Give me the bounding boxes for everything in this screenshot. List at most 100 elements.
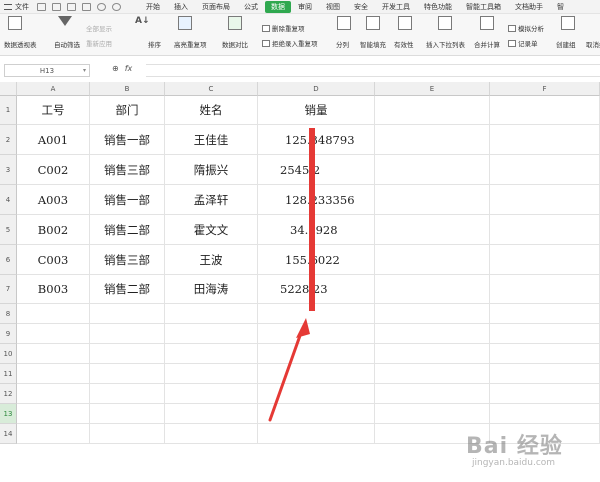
table-cell[interactable] (375, 384, 490, 404)
table-cell[interactable]: 姓名 (165, 96, 258, 125)
table-cell[interactable]: 霍文文 (165, 215, 258, 245)
table-cell[interactable] (490, 344, 600, 364)
table-cell[interactable]: 销售二部 (90, 215, 165, 245)
row-header[interactable]: 10 (0, 344, 17, 364)
table-cell[interactable]: 2545.2 (258, 155, 375, 185)
row-header[interactable]: 12 (0, 384, 17, 404)
row-header[interactable]: 7 (0, 275, 17, 304)
table-cell[interactable]: 销售三部 (90, 155, 165, 185)
tab-9[interactable]: 特色功能 (417, 1, 459, 13)
row-header[interactable]: 5 (0, 215, 17, 245)
table-cell[interactable] (90, 424, 165, 444)
autofilter-button[interactable]: 自动筛选 (54, 39, 80, 49)
table-cell[interactable] (375, 155, 490, 185)
table-cell[interactable] (375, 344, 490, 364)
table-cell[interactable]: 孟泽轩 (165, 185, 258, 215)
export-icon[interactable] (52, 2, 61, 11)
table-cell[interactable] (375, 245, 490, 275)
row-header[interactable]: 14 (0, 424, 17, 444)
table-cell[interactable] (17, 324, 90, 344)
table-cell[interactable] (258, 344, 375, 364)
table-cell[interactable] (375, 125, 490, 155)
validity-button[interactable]: 有效性 (394, 39, 414, 49)
table-cell[interactable] (258, 404, 375, 424)
table-cell[interactable]: 王波 (165, 245, 258, 275)
table-cell[interactable] (490, 324, 600, 344)
table-cell[interactable] (258, 384, 375, 404)
show-all-button[interactable]: 全部显示 (86, 23, 112, 33)
table-cell[interactable]: 田海涛 (165, 275, 258, 304)
table-cell[interactable]: 销售一部 (90, 125, 165, 155)
column-header[interactable]: C (165, 82, 258, 96)
table-cell[interactable]: 销售一部 (90, 185, 165, 215)
tab-4[interactable]: 数据 (265, 0, 291, 13)
table-cell[interactable]: 销售二部 (90, 275, 165, 304)
data-compare-button[interactable]: 数据对比 (222, 39, 248, 49)
table-cell[interactable] (165, 364, 258, 384)
row-header[interactable]: 3 (0, 155, 17, 185)
table-cell[interactable] (375, 324, 490, 344)
table-cell[interactable] (90, 344, 165, 364)
table-cell[interactable] (17, 384, 90, 404)
table-cell[interactable] (17, 344, 90, 364)
table-cell[interactable]: C003 (17, 245, 90, 275)
table-cell[interactable] (17, 404, 90, 424)
table-cell[interactable]: A001 (17, 125, 90, 155)
table-cell[interactable] (375, 96, 490, 125)
print-icon[interactable] (67, 2, 76, 11)
table-cell[interactable]: 部门 (90, 96, 165, 125)
create-group-button[interactable]: 创建组 (556, 39, 576, 49)
table-cell[interactable] (165, 304, 258, 324)
tab-1[interactable]: 插入 (167, 1, 195, 13)
table-cell[interactable]: 5228.23 (258, 275, 375, 304)
highlight-duplicates-button[interactable]: 高亮重复项 (174, 39, 207, 49)
table-cell[interactable] (490, 215, 600, 245)
row-header[interactable]: 8 (0, 304, 17, 324)
tab-11[interactable]: 文档助手 (508, 1, 550, 13)
tab-6[interactable]: 视图 (319, 1, 347, 13)
table-cell[interactable]: 销售三部 (90, 245, 165, 275)
table-cell[interactable] (258, 424, 375, 444)
table-cell[interactable] (258, 364, 375, 384)
row-header[interactable]: 4 (0, 185, 17, 215)
table-cell[interactable] (258, 304, 375, 324)
table-cell[interactable]: B003 (17, 275, 90, 304)
remove-duplicates-button[interactable]: 删除重复项 (262, 23, 305, 33)
table-cell[interactable] (165, 324, 258, 344)
simulation-analysis-button[interactable]: 模拟分析 (508, 23, 544, 33)
save-icon[interactable] (37, 2, 46, 11)
table-cell[interactable]: A003 (17, 185, 90, 215)
row-header[interactable]: 1 (0, 96, 17, 125)
tab-0[interactable]: 开始 (139, 1, 167, 13)
table-cell[interactable] (490, 245, 600, 275)
reapply-button[interactable]: 重新应用 (86, 38, 112, 48)
row-header[interactable]: 13 (0, 404, 17, 424)
chevron-down-icon[interactable]: ▾ (83, 67, 86, 74)
table-cell[interactable] (490, 384, 600, 404)
column-header[interactable]: E (375, 82, 490, 96)
tab-8[interactable]: 开发工具 (375, 1, 417, 13)
table-cell[interactable] (490, 125, 600, 155)
table-cell[interactable]: 工号 (17, 96, 90, 125)
formula-input[interactable] (146, 64, 600, 77)
table-cell[interactable] (490, 185, 600, 215)
consolidate-button[interactable]: 合并计算 (474, 39, 500, 49)
record-form-button[interactable]: 记录单 (508, 38, 538, 48)
tab-10[interactable]: 智能工具箱 (459, 1, 508, 13)
tab-2[interactable]: 页面布局 (195, 1, 237, 13)
name-box[interactable]: H13 ▾ (4, 64, 90, 77)
table-cell[interactable] (490, 155, 600, 185)
table-cell[interactable]: 125.348793 (258, 125, 375, 155)
table-cell[interactable] (490, 364, 600, 384)
row-header[interactable]: 6 (0, 245, 17, 275)
table-cell[interactable] (17, 424, 90, 444)
zoom-icon[interactable]: ⊕ (112, 64, 119, 73)
pivot-table-button[interactable]: 数据透视表 (4, 39, 37, 49)
table-cell[interactable]: 128.233356 (258, 185, 375, 215)
fx-icon[interactable]: fx (125, 64, 133, 73)
table-cell[interactable]: 王佳佳 (165, 125, 258, 155)
table-cell[interactable] (375, 364, 490, 384)
tab-5[interactable]: 审阅 (291, 1, 319, 13)
table-cell[interactable] (375, 275, 490, 304)
table-cell[interactable] (258, 324, 375, 344)
